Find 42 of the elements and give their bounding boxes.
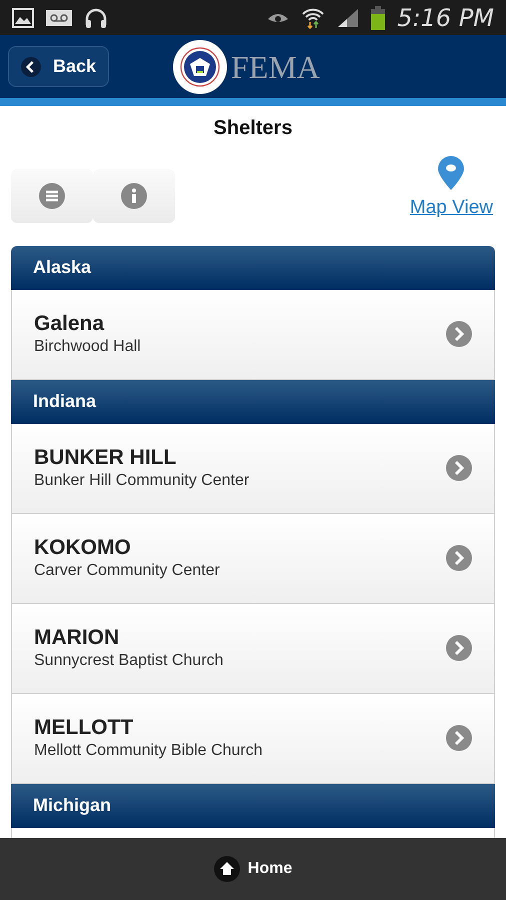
battery-icon: [371, 6, 386, 30]
shelter-name: Bunker Hill Community Center: [34, 471, 250, 491]
home-button[interactable]: Home: [214, 856, 292, 882]
shelter-name: Mellott Community Bible Church: [34, 741, 264, 761]
city-name: KOKOMO: [34, 535, 132, 561]
group-header: Alaska: [11, 246, 495, 290]
shelter-row[interactable]: Galena Birchwood Hall: [11, 290, 495, 380]
city-name: MELLOTT: [34, 715, 134, 741]
chevron-right-icon: [446, 545, 472, 571]
logo-text: FEMA: [231, 48, 320, 86]
group-header: Indiana: [11, 380, 495, 424]
list-view-button[interactable]: [11, 168, 93, 222]
group-header: Michigan: [11, 784, 495, 828]
shelter-name: Birchwood Hall: [34, 337, 142, 357]
chevron-right-icon: [446, 321, 472, 347]
city-name: MARION: [34, 625, 120, 651]
map-pin-icon: [438, 156, 464, 190]
shelter-row[interactable]: BUNKER HILL Bunker Hill Community Center: [11, 424, 495, 514]
city-name: BUNKER HILL: [34, 445, 178, 471]
headphones-icon: [84, 6, 108, 28]
info-button[interactable]: [93, 168, 175, 222]
chevron-right-icon: [446, 635, 472, 661]
voicemail-icon: [46, 10, 72, 26]
map-view-link[interactable]: Map View: [410, 194, 493, 222]
list-icon: [39, 182, 65, 208]
shelter-row[interactable]: MELLOTT Mellott Community Bible Church: [11, 694, 495, 784]
signal-icon: [337, 8, 360, 28]
back-button[interactable]: Back: [8, 46, 109, 87]
chevron-right-icon: [446, 725, 472, 751]
page-title: Shelters: [212, 116, 294, 140]
chevron-right-icon: [446, 455, 472, 481]
shelter-name: Carver Community Center: [34, 561, 221, 581]
shelter-row[interactable]: KOKOMO Carver Community Center: [11, 514, 495, 604]
wifi-icon: [301, 6, 326, 28]
shelter-name: Sunnycrest Baptist Church: [34, 651, 224, 671]
info-icon: [121, 182, 147, 208]
seal-icon: [173, 40, 227, 94]
city-name: Galena: [34, 311, 106, 337]
status-time: 5:16 PM: [397, 2, 494, 34]
shelter-row[interactable]: MARION Sunnycrest Baptist Church: [11, 604, 495, 694]
image-icon: [12, 8, 34, 28]
home-icon: [214, 856, 240, 882]
